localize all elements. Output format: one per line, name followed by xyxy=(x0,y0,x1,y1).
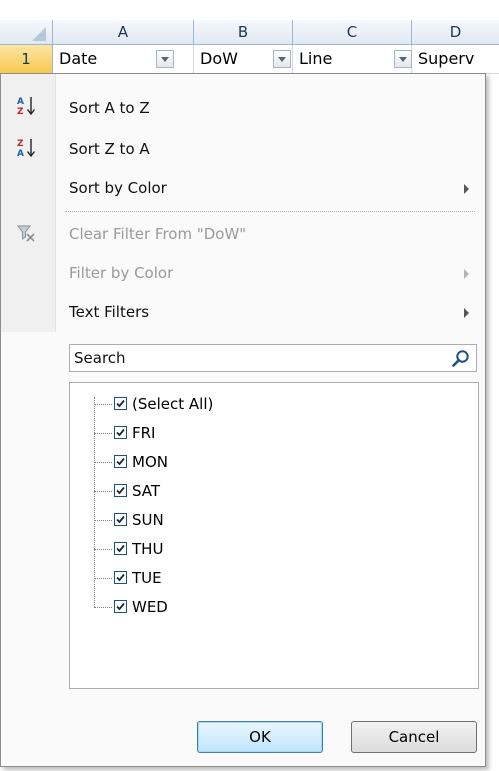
checkbox-fri[interactable] xyxy=(114,426,127,439)
ok-button[interactable]: OK xyxy=(197,721,323,753)
tree-branch-line xyxy=(94,491,112,492)
text-filters-label: Text Filters xyxy=(69,303,150,321)
column-header-d[interactable]: D xyxy=(412,20,499,44)
checkmark-icon xyxy=(116,515,125,524)
checkbox-sat[interactable] xyxy=(114,484,127,497)
sort-by-color-label: Sort by Color xyxy=(69,179,167,197)
svg-text:A: A xyxy=(17,97,24,107)
sort-ascending-icon: A Z xyxy=(15,94,39,118)
tree-branch-line xyxy=(94,520,112,521)
filter-item-label[interactable]: TUE xyxy=(132,565,162,591)
svg-text:A: A xyxy=(17,149,24,159)
corner-triangle-icon xyxy=(32,27,46,41)
checkbox-wed[interactable] xyxy=(114,600,127,613)
checkbox-select-all[interactable] xyxy=(114,397,127,410)
tree-branch-line xyxy=(94,607,112,608)
filter-item-label[interactable]: MON xyxy=(132,449,168,475)
filter-dropdown-a-icon[interactable] xyxy=(156,50,174,68)
autofilter-menu: A Z Sort A to Z Z A Sort Z to A Sort by … xyxy=(0,73,486,767)
column-header-a[interactable]: A xyxy=(53,20,194,44)
filter-by-color-label: Filter by Color xyxy=(69,264,174,282)
sort-a-to-z-item[interactable]: Sort A to Z xyxy=(57,94,477,122)
sort-by-color-item[interactable]: Sort by Color xyxy=(57,174,477,202)
filter-by-color-item: Filter by Color xyxy=(57,259,477,287)
cell-d1[interactable]: Superv xyxy=(412,45,499,73)
checkbox-sun[interactable] xyxy=(114,513,127,526)
tree-branch-line xyxy=(94,404,112,405)
clear-filter-icon xyxy=(15,222,39,246)
cancel-button[interactable]: Cancel xyxy=(351,721,477,753)
checkbox-mon[interactable] xyxy=(114,455,127,468)
checkmark-icon xyxy=(116,428,125,437)
filter-item-label[interactable]: (Select All) xyxy=(132,391,213,417)
filter-values-list: (Select All) FRI MON SAT SUN THU TUE WED xyxy=(69,382,479,689)
row-header-1[interactable]: 1 xyxy=(0,45,53,73)
clear-filter-item: Clear Filter From "DoW" xyxy=(69,225,247,243)
submenu-arrow-icon xyxy=(464,269,469,279)
tree-branch-line xyxy=(94,549,112,550)
tree-connector-line xyxy=(94,397,95,607)
checkmark-icon xyxy=(116,602,125,611)
menu-separator xyxy=(65,211,475,212)
checkmark-icon xyxy=(116,486,125,495)
column-header-c[interactable]: C xyxy=(293,20,412,44)
checkmark-icon xyxy=(116,457,125,466)
filter-item-label[interactable]: SUN xyxy=(132,507,164,533)
column-header-b[interactable]: B xyxy=(194,20,293,44)
search-input[interactable] xyxy=(70,345,448,371)
text-filters-item[interactable]: Text Filters xyxy=(57,298,477,326)
filter-item-label[interactable]: FRI xyxy=(132,420,155,446)
submenu-arrow-icon xyxy=(464,308,469,318)
search-box xyxy=(69,344,477,372)
submenu-arrow-icon xyxy=(464,184,469,194)
checkbox-thu[interactable] xyxy=(114,542,127,555)
checkmark-icon xyxy=(116,544,125,553)
checkbox-tue[interactable] xyxy=(114,571,127,584)
svg-text:Z: Z xyxy=(17,107,24,117)
filter-dropdown-c-icon[interactable] xyxy=(394,50,412,68)
filter-dropdown-b-icon[interactable] xyxy=(273,50,291,68)
tree-branch-line xyxy=(94,433,112,434)
svg-text:Z: Z xyxy=(17,139,24,149)
sort-descending-icon: Z A xyxy=(15,136,39,160)
checkmark-icon xyxy=(116,573,125,582)
sort-z-to-a-item[interactable]: Sort Z to A xyxy=(57,135,477,163)
tree-branch-line xyxy=(94,578,112,579)
tree-branch-line xyxy=(94,462,112,463)
filter-item-label[interactable]: SAT xyxy=(132,478,160,504)
magnifier-icon[interactable] xyxy=(450,348,472,370)
filter-item-label[interactable]: THU xyxy=(132,536,163,562)
checkmark-icon xyxy=(116,399,125,408)
filter-item-label[interactable]: WED xyxy=(132,594,168,620)
